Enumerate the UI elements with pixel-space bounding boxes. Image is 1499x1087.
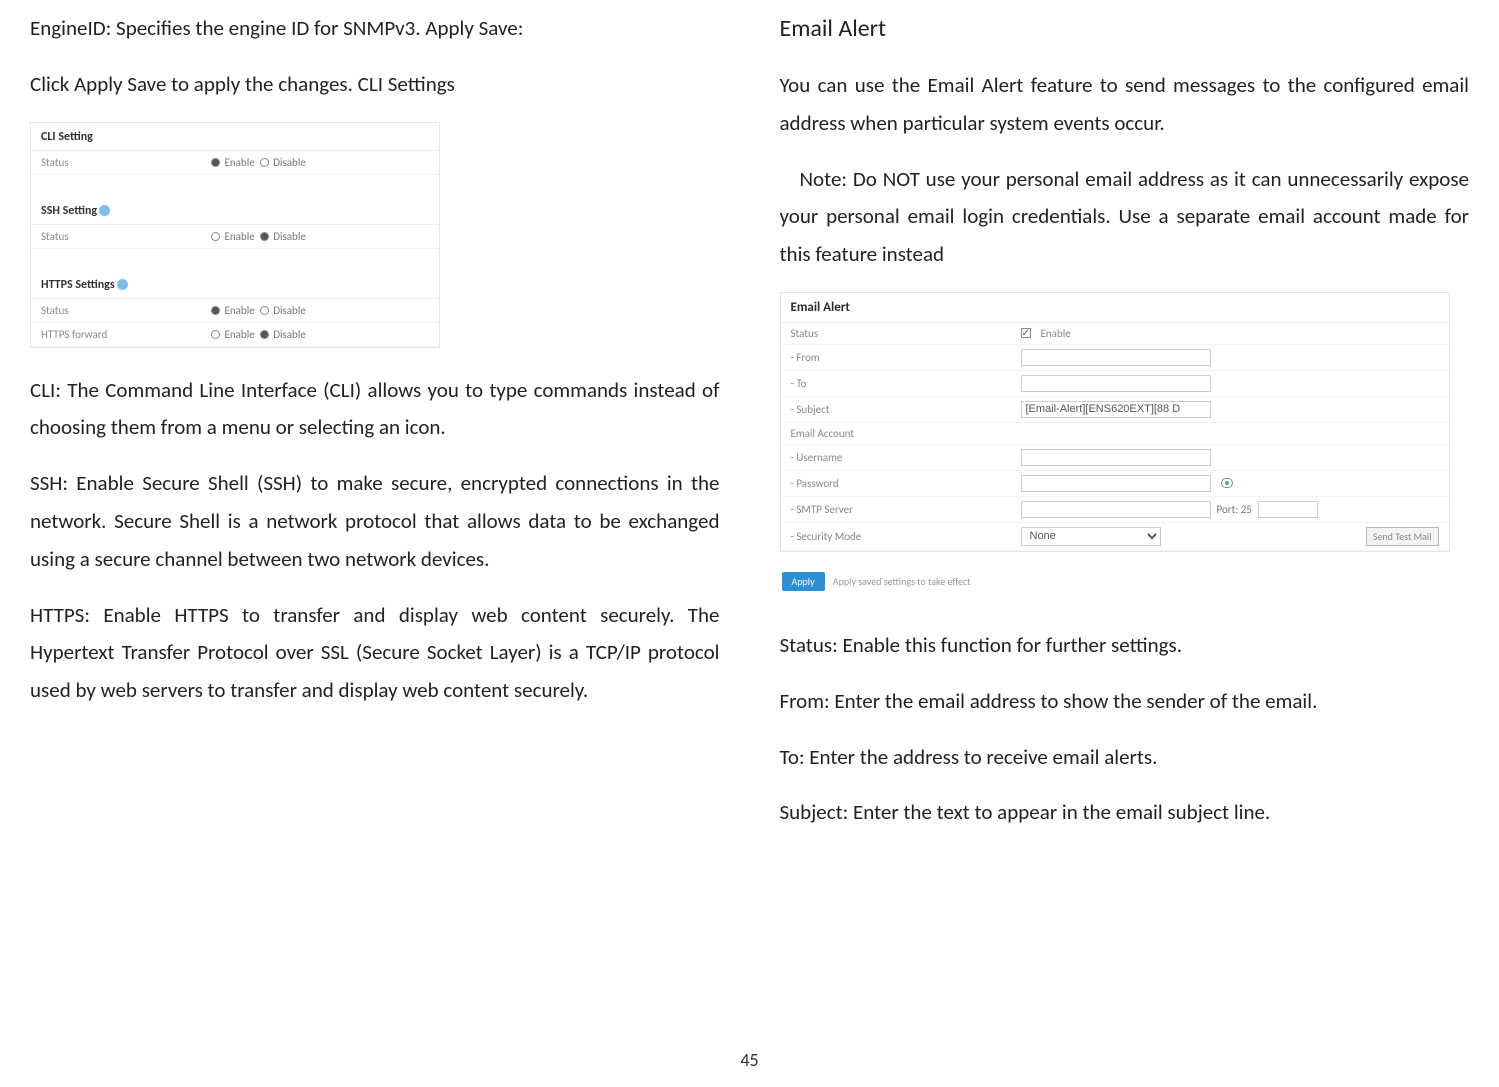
email-password-row: - Password [781, 471, 1449, 497]
email-alert-heading: Email Alert [780, 14, 1470, 43]
cli-status-label: Status [41, 156, 211, 169]
radio-icon[interactable] [211, 158, 220, 167]
para-cli-desc: CLI: The Command Line Interface (CLI) al… [30, 372, 720, 448]
email-from-label: - From [791, 351, 1021, 364]
para-ssh-desc: SSH: Enable Secure Shell (SSH) to make s… [30, 465, 720, 578]
https-status-options[interactable]: Enable Disable [211, 304, 429, 317]
https-status-row: Status Enable Disable [31, 299, 439, 323]
https-forward-options[interactable]: Enable Disable [211, 328, 429, 341]
email-password-label: - Password [791, 477, 1021, 490]
radio-icon[interactable] [260, 306, 269, 315]
radio-icon[interactable] [211, 306, 220, 315]
para-status-desc: Status: Enable this function for further… [780, 627, 1470, 665]
right-column: Email Alert You can use the Email Alert … [780, 10, 1470, 850]
radio-icon[interactable] [211, 330, 220, 339]
email-account-label: Email Account [791, 427, 1021, 440]
email-security-select[interactable]: None [1021, 527, 1161, 546]
radio-icon[interactable] [211, 232, 220, 241]
email-subject-row: - Subject [781, 397, 1449, 423]
email-subject-input[interactable] [1021, 401, 1211, 418]
apply-button[interactable]: Apply [782, 572, 825, 591]
email-to-label: - To [791, 377, 1021, 390]
email-port-input[interactable] [1258, 501, 1318, 518]
email-status-enable: Enable [1041, 327, 1071, 340]
para-email-note: Note: Do NOT use your personal email add… [780, 161, 1470, 274]
ssh-status-row: Status Enable Disable [31, 225, 439, 249]
email-to-row: - To [781, 371, 1449, 397]
radio-icon[interactable] [260, 232, 269, 241]
email-username-row: - Username [781, 445, 1449, 471]
email-alert-panel: Email Alert Status Enable - From - To - … [780, 292, 1450, 552]
email-security-label: - Security Mode [791, 530, 1021, 543]
email-status-row: Status Enable [781, 323, 1449, 345]
email-username-input[interactable] [1021, 449, 1211, 466]
left-column: EngineID: Specifies the engine ID for SN… [30, 10, 720, 850]
checkbox-icon[interactable] [1021, 328, 1031, 338]
eye-icon[interactable] [1221, 478, 1233, 488]
ssh-status-label: Status [41, 230, 211, 243]
email-smtp-row: - SMTP Server Port: 25 [781, 497, 1449, 523]
ssh-status-options[interactable]: Enable Disable [211, 230, 429, 243]
email-from-input[interactable] [1021, 349, 1211, 366]
ssh-setting-header: SSH Setting [31, 197, 439, 225]
para-applysave-cli: Click Apply Save to apply the changes. C… [30, 66, 720, 104]
para-engineid: EngineID: Specifies the engine ID for SN… [30, 10, 720, 48]
help-icon[interactable] [99, 205, 110, 216]
email-security-row: - Security Mode None Send Test Mail [781, 523, 1449, 551]
radio-icon[interactable] [260, 330, 269, 339]
para-subject-desc: Subject: Enter the text to appear in the… [780, 794, 1470, 832]
send-test-mail-button[interactable]: Send Test Mail [1366, 527, 1439, 546]
email-status-label: Status [791, 327, 1021, 340]
email-from-row: - From [781, 345, 1449, 371]
email-smtp-input[interactable] [1021, 501, 1211, 518]
email-port-label: Port: 25 [1217, 503, 1252, 516]
cli-setting-header: CLI Setting [31, 123, 439, 151]
para-to-desc: To: Enter the address to receive email a… [780, 739, 1470, 777]
email-username-label: - Username [791, 451, 1021, 464]
email-password-input[interactable] [1021, 475, 1211, 492]
para-email-intro: You can use the Email Alert feature to s… [780, 67, 1470, 143]
email-smtp-label: - SMTP Server [791, 503, 1021, 516]
https-setting-header: HTTPS Settings [31, 271, 439, 299]
email-panel-title: Email Alert [781, 293, 1449, 323]
apply-note: Apply saved settings to take effect [833, 575, 971, 588]
help-icon[interactable] [117, 279, 128, 290]
para-https-desc: HTTPS: Enable HTTPS to transfer and disp… [30, 597, 720, 710]
email-subject-label: - Subject [791, 403, 1021, 416]
radio-icon[interactable] [260, 158, 269, 167]
page-number: 45 [0, 1049, 1499, 1071]
email-account-row: Email Account [781, 423, 1449, 445]
https-status-label: Status [41, 304, 211, 317]
https-forward-label: HTTPS forward [41, 328, 211, 341]
cli-settings-panel: CLI Setting Status Enable Disable SSH Se… [30, 122, 440, 348]
email-to-input[interactable] [1021, 375, 1211, 392]
cli-status-row: Status Enable Disable [31, 151, 439, 175]
cli-status-options[interactable]: Enable Disable [211, 156, 429, 169]
https-forward-row: HTTPS forward Enable Disable [31, 323, 439, 347]
para-from-desc: From: Enter the email address to show th… [780, 683, 1470, 721]
apply-block: Apply Apply saved settings to take effec… [782, 572, 1470, 591]
